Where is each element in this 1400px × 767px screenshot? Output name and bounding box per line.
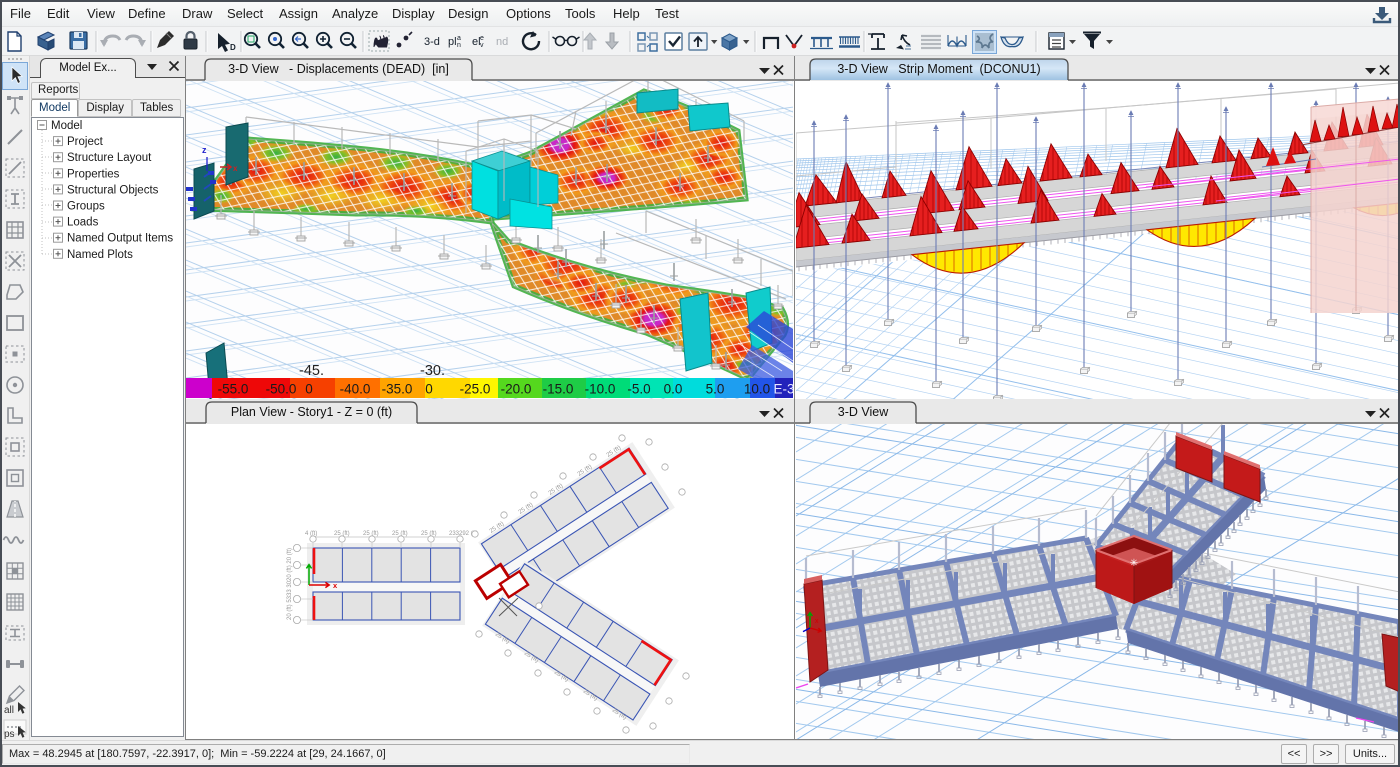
svg-text:-55.0: -55.0 — [218, 382, 249, 397]
svg-text:-5.0: -5.0 — [627, 382, 650, 397]
svg-text:3-D View Strip Moment (DCON: 3-D View Strip Moment (DCONU1) — [837, 62, 1040, 76]
svg-text:v: v — [480, 42, 484, 49]
svg-text:n: n — [457, 42, 461, 49]
svg-text:Structure Layout: Structure Layout — [67, 152, 152, 164]
svg-text:ps: ps — [4, 729, 15, 740]
svg-text:Model: Model — [51, 120, 82, 132]
svg-text:20 (ft) 5333 3020 (ft) 20 (ft): 20 (ft) 5333 3020 (ft) 20 (ft) — [287, 548, 293, 620]
svg-text:✳: ✳ — [1130, 558, 1138, 569]
svg-text:x: x — [233, 164, 238, 173]
svg-text:0: 0 — [425, 382, 433, 397]
svg-text:5.0: 5.0 — [706, 382, 725, 397]
svg-text:-45.: -45. — [299, 363, 324, 379]
svg-text:-40.0: -40.0 — [340, 382, 371, 397]
svg-text:e: e — [480, 35, 484, 42]
svg-text:Named Output Items: Named Output Items — [67, 233, 173, 245]
svg-text:-10.0: -10.0 — [585, 382, 616, 397]
svg-text:nd: nd — [496, 36, 508, 48]
svg-text:Groups: Groups — [67, 201, 105, 213]
svg-text:-15.0: -15.0 — [543, 382, 574, 397]
svg-text:3-D View: 3-D View — [838, 405, 889, 419]
svg-text:Structural Objects: Structural Objects — [67, 184, 159, 196]
svg-text:-35.0: -35.0 — [382, 382, 413, 397]
svg-text:Project: Project — [67, 136, 104, 148]
svg-text:10.0: 10.0 — [744, 382, 770, 397]
svg-text:0: 0 — [305, 382, 313, 397]
svg-text:z: z — [202, 145, 207, 155]
svg-text:-25.0: -25.0 — [460, 382, 491, 397]
svg-text:Properties: Properties — [67, 168, 120, 180]
svg-text:Plan View - Story1 - Z = 0 (ft: Plan View - Story1 - Z = 0 (ft) — [231, 405, 392, 419]
svg-text:Loads: Loads — [67, 217, 99, 229]
svg-text:pl: pl — [448, 36, 457, 48]
svg-text:Named Plots: Named Plots — [67, 249, 133, 261]
svg-text:x: x — [815, 618, 819, 625]
svg-text:0.0: 0.0 — [664, 382, 683, 397]
svg-text:-30.: -30. — [420, 363, 445, 379]
svg-text:a: a — [457, 35, 461, 42]
svg-text:-20.0: -20.0 — [501, 382, 532, 397]
svg-text:25 (ft): 25 (ft) — [421, 531, 437, 537]
svg-text:3-d: 3-d — [424, 36, 440, 48]
svg-text:D: D — [230, 43, 236, 52]
svg-text:3-D View - Displacements (DE: 3-D View - Displacements (DEAD) [in] — [228, 62, 449, 76]
svg-text:-50.0: -50.0 — [266, 382, 297, 397]
svg-text:E-3: E-3 — [773, 382, 793, 397]
svg-text:all: all — [4, 705, 14, 716]
